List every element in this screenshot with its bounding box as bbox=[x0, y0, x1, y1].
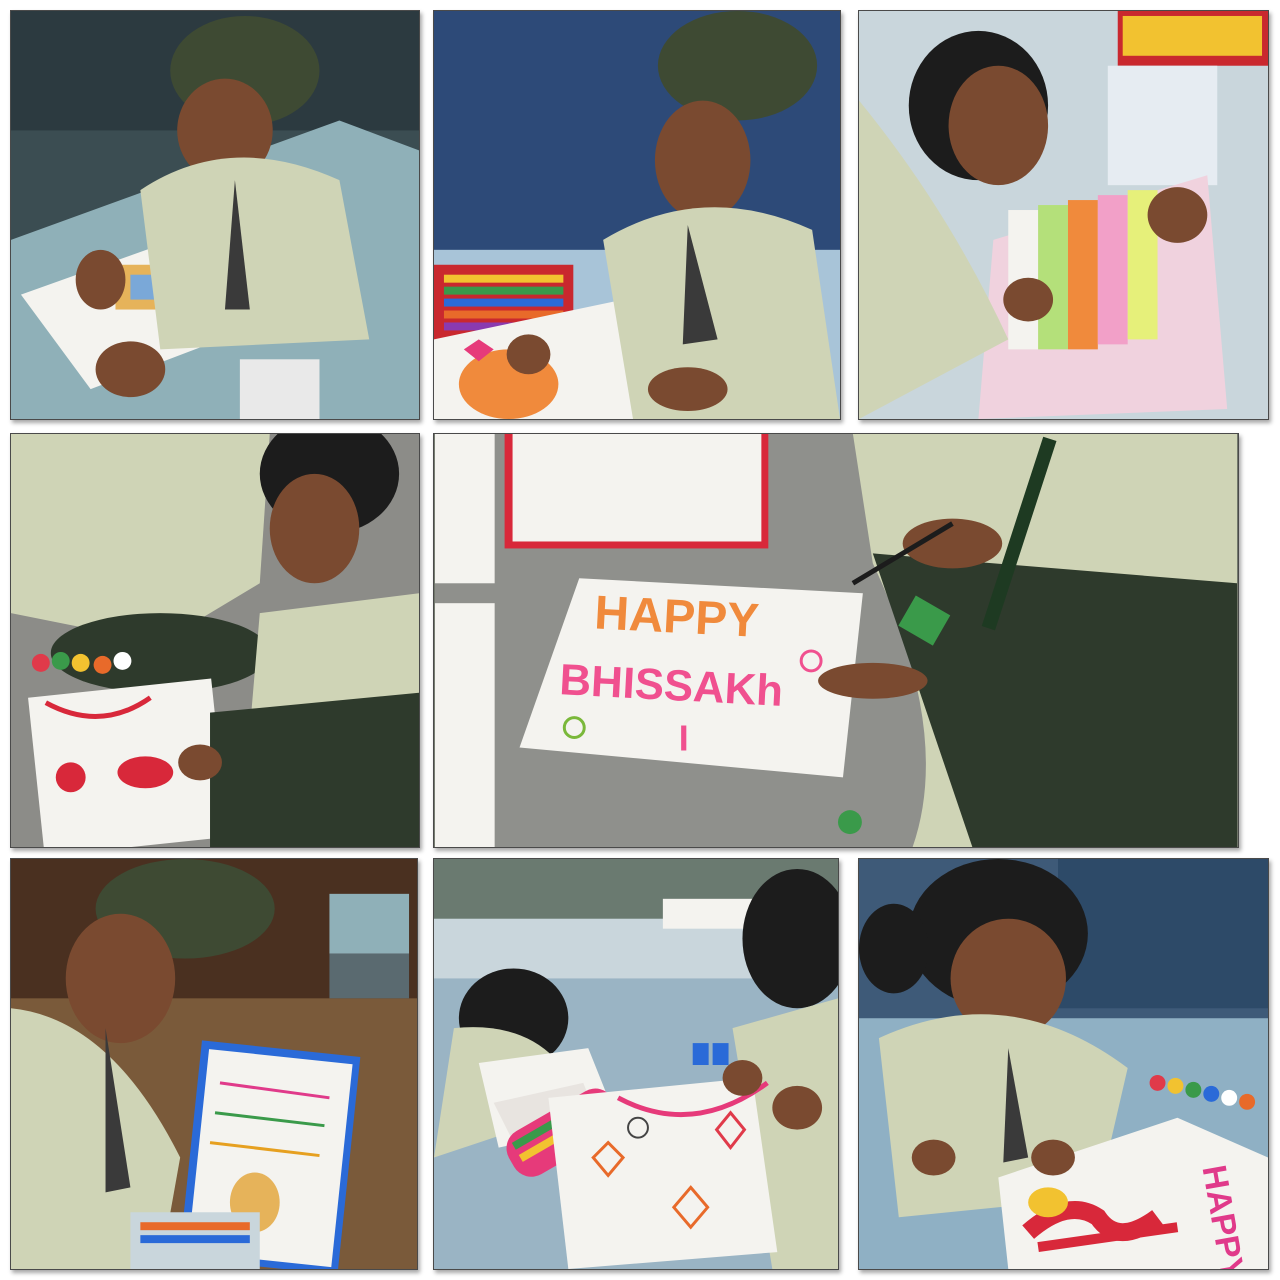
photo-girl-painting-on-floor bbox=[10, 433, 420, 848]
photo-sign-scene: HAPPY BHISSAKh I bbox=[434, 434, 1238, 847]
photo-girl-painting-happy-letters: HAPPY bbox=[858, 858, 1269, 1270]
photo-girl-coloring-striped-chart bbox=[858, 10, 1269, 420]
photo-boy-turban-drawing-scene bbox=[11, 11, 419, 419]
photo-boy-turban-drawing bbox=[10, 10, 420, 420]
photo-boy-coloring-scene bbox=[434, 11, 840, 419]
photo-girls-drawing-kites bbox=[433, 858, 839, 1270]
photo-kites-scene bbox=[434, 859, 838, 1269]
striped-chart bbox=[1008, 190, 1158, 350]
photo-boy-poster-scene bbox=[11, 859, 417, 1269]
kites-drawing bbox=[548, 1077, 778, 1269]
photo-boy-coloring-with-crayons bbox=[433, 10, 841, 420]
photo-girl-chart-scene bbox=[859, 11, 1268, 419]
poster-line-i: I bbox=[679, 718, 689, 758]
photo-boy-turban-writing-poster bbox=[10, 858, 418, 1270]
photo-happy-letters-scene: HAPPY bbox=[859, 859, 1268, 1269]
photo-girl-floor-scene bbox=[11, 434, 419, 847]
photo-student-painting-sign: HAPPY BHISSAKh I bbox=[433, 433, 1239, 848]
poster-line-happy: HAPPY bbox=[593, 586, 760, 648]
